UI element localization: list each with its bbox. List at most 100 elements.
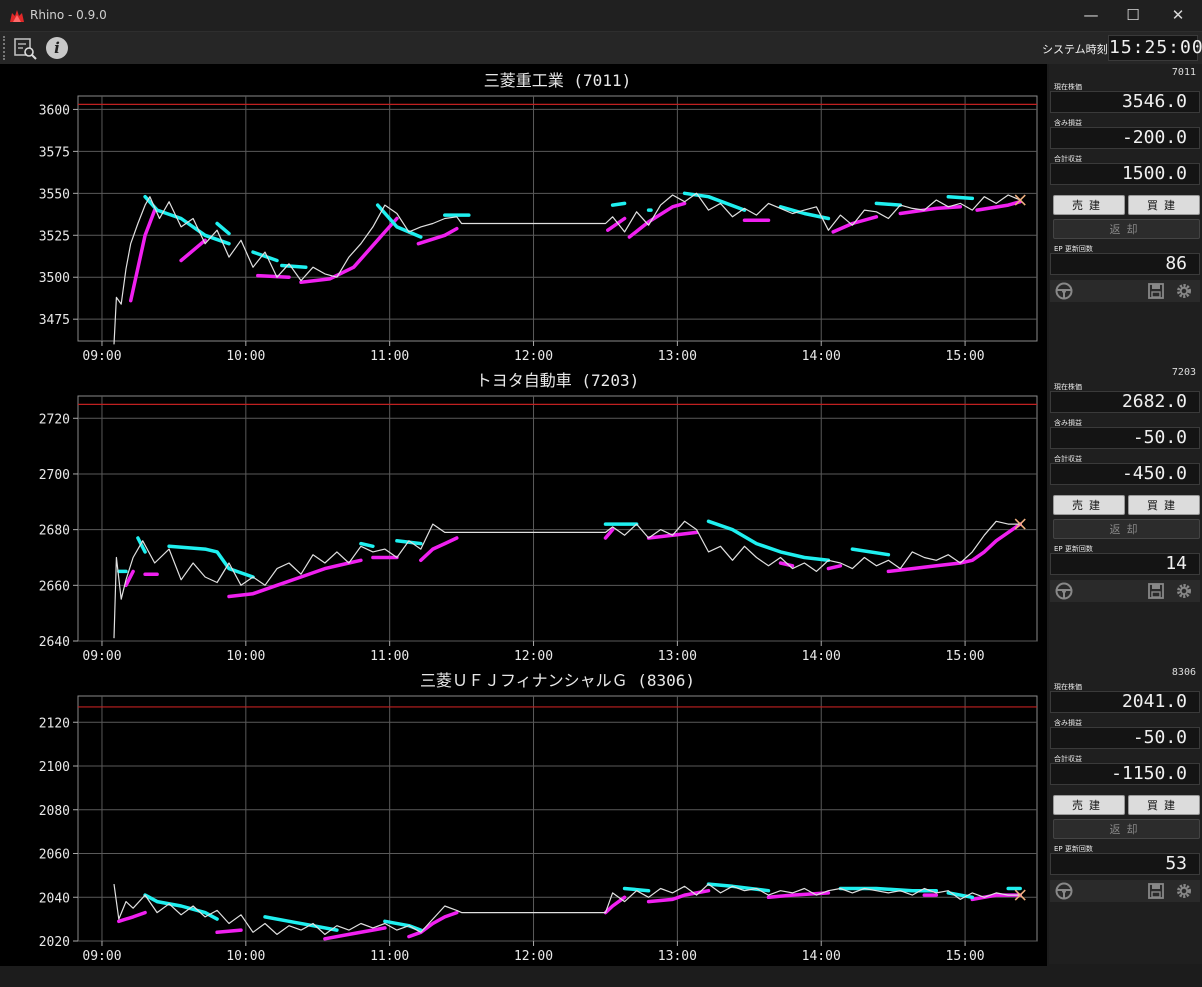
upper-trend-segment (706, 519, 831, 563)
y-tick-label: 2700 (39, 468, 70, 483)
lower-trend-segment (215, 928, 243, 935)
total-profit-display: -1150.0 (1050, 763, 1200, 785)
lower-trend-segment (128, 208, 157, 303)
x-tick-label: 14:00 (802, 349, 841, 364)
gear-icon[interactable] (1174, 581, 1194, 601)
system-time-label: システム時刻 (1042, 43, 1108, 56)
buy-button[interactable]: 買建 (1128, 495, 1200, 515)
lower-trend-segment (627, 201, 687, 239)
status-bar (0, 966, 1202, 987)
info-icon[interactable]: i (46, 37, 68, 59)
price-line (113, 883, 1021, 936)
upper-trend-segment (136, 536, 147, 554)
x-tick-label: 12:00 (514, 649, 553, 664)
upper-trend-segment (215, 221, 231, 236)
lower-trend-segment (831, 215, 879, 234)
lower-trend-segment (256, 273, 291, 279)
gear-icon[interactable] (1174, 281, 1194, 301)
upper-trend-segment (143, 893, 219, 921)
lower-trend-segment (227, 558, 363, 599)
repay-button[interactable]: 返却 (1053, 819, 1200, 839)
toolbar-grip-icon[interactable] (3, 36, 6, 60)
lower-trend-segment (179, 238, 207, 263)
plot-frame (77, 95, 1038, 342)
x-tick-label: 13:00 (658, 349, 697, 364)
upper-trend-segment (359, 541, 375, 549)
repay-button[interactable]: 返却 (1053, 519, 1200, 539)
ticker-code: 7011 (1171, 67, 1196, 78)
y-tick-label: 2080 (39, 804, 70, 819)
current-price-display: 3546.0 (1050, 91, 1200, 113)
sell-button[interactable]: 売建 (1053, 495, 1125, 515)
buy-button[interactable]: 買建 (1128, 195, 1200, 215)
unrealized-pl-display: -200.0 (1050, 127, 1200, 149)
repay-button[interactable]: 返却 (1053, 219, 1200, 239)
chart-search-icon[interactable] (12, 36, 38, 60)
charts-svg: 三菱重工業 (7011) 3600 3575 3550 3525 3500 3475 09:0… (39, 71, 1038, 964)
steering-wheel-icon[interactable] (1054, 881, 1074, 901)
y-tick-label: 3475 (39, 313, 70, 328)
upper-trend-segment (946, 194, 975, 201)
x-tick-label: 13:00 (658, 649, 697, 664)
total-profit-display: 1500.0 (1050, 163, 1200, 185)
y-tick-label: 3575 (39, 145, 70, 160)
unrealized-pl-display: -50.0 (1050, 427, 1200, 449)
steering-wheel-icon[interactable] (1054, 281, 1074, 301)
save-icon[interactable] (1146, 281, 1166, 301)
y-tick-label: 2640 (39, 635, 70, 650)
price-line (113, 520, 1021, 639)
save-icon[interactable] (1146, 881, 1166, 901)
buy-button[interactable]: 買建 (1128, 795, 1200, 815)
lower-trend-segment (419, 536, 459, 563)
lower-trend-segment (826, 564, 843, 571)
ep-update-count-display: 86 (1050, 253, 1200, 275)
side-panel-7011: 7011 現在株価 3546.0 含み損益 -200.0 合計収益 1500.0 売建 買建 返却… (1049, 64, 1202, 364)
minimize-button[interactable]: — (1068, 0, 1114, 30)
rhino-app-icon (10, 10, 24, 22)
x-tick-label: 14:00 (802, 649, 841, 664)
x-tick-label: 11:00 (370, 949, 409, 964)
title-bar: Rhino - 0.9.0 — ☐ ✕ (0, 0, 1202, 32)
x-tick-label: 10:00 (226, 949, 265, 964)
x-tick-label: 10:00 (226, 349, 265, 364)
ticker-code: 7203 (1171, 367, 1196, 378)
x-tick-label: 11:00 (370, 349, 409, 364)
lower-trend-segment (416, 226, 459, 246)
y-tick-label: 2120 (39, 716, 70, 731)
steering-wheel-icon[interactable] (1054, 581, 1074, 601)
upper-trend-segment (850, 547, 891, 557)
y-tick-label: 2040 (39, 891, 70, 906)
current-price-display: 2682.0 (1050, 391, 1200, 413)
upper-trend-segment (263, 915, 339, 932)
x-tick-label: 15:00 (946, 349, 985, 364)
save-icon[interactable] (1146, 581, 1166, 601)
x-tick-label: 11:00 (370, 649, 409, 664)
y-tick-label: 2720 (39, 412, 70, 427)
sell-button[interactable]: 売建 (1053, 795, 1125, 815)
sell-button[interactable]: 売建 (1053, 195, 1125, 215)
y-tick-label: 3525 (39, 229, 70, 244)
lower-trend-segment (975, 199, 1022, 212)
x-tick-label: 15:00 (946, 649, 985, 664)
upper-trend-segment (167, 544, 255, 579)
y-tick-label: 2020 (39, 935, 70, 950)
gear-icon[interactable] (1174, 881, 1194, 901)
toolbar: i (0, 32, 1202, 64)
lower-trend-segment (117, 910, 147, 924)
total-profit-display: -450.0 (1050, 463, 1200, 485)
close-button[interactable]: ✕ (1155, 0, 1201, 30)
x-tick-label: 09:00 (82, 649, 121, 664)
panel-tools-row (1050, 580, 1200, 602)
x-tick-label: 12:00 (514, 349, 553, 364)
upper-trend-segment (610, 201, 627, 207)
lower-trend-segment (407, 910, 459, 939)
x-tick-label: 14:00 (802, 949, 841, 964)
y-tick-label: 2660 (39, 579, 70, 594)
unrealized-pl-display: -50.0 (1050, 727, 1200, 749)
maximize-button[interactable]: ☐ (1110, 0, 1156, 30)
x-tick-label: 15:00 (946, 949, 985, 964)
x-tick-label: 13:00 (658, 949, 697, 964)
chart-area: 三菱重工業 (7011) 3600 3575 3550 3525 3500 3475 09:0… (0, 64, 1047, 966)
upper-trend-segment (874, 201, 903, 207)
y-tick-label: 2100 (39, 760, 70, 775)
